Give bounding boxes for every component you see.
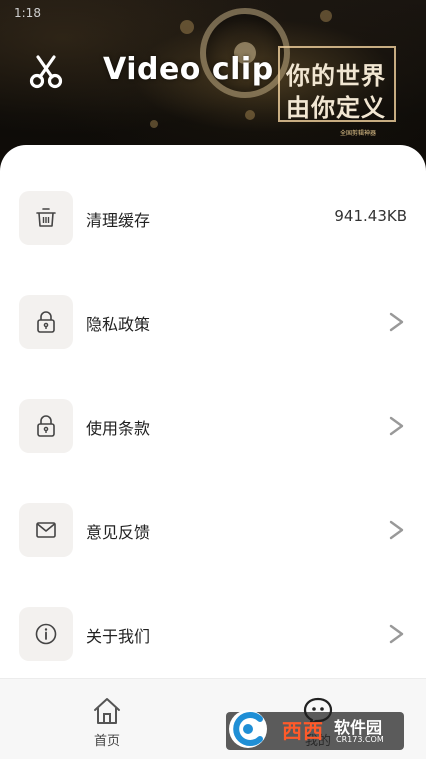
menu-item-terms-of-use[interactable]: 使用条款: [0, 377, 426, 481]
banner-caption: 全国剪辑神器: [340, 130, 377, 137]
chevron-right-icon: [389, 312, 404, 332]
icon-tile: [19, 191, 73, 245]
menu-item-label: 使用条款: [86, 419, 151, 438]
info-icon: [35, 623, 57, 645]
menu-item-feedback[interactable]: 意见反馈: [0, 481, 426, 585]
settings-card: 清理缓存 941.43KB 隐私政策 使用条款 意见反馈 关于我们: [0, 145, 426, 685]
menu-item-label: 清理缓存: [86, 211, 151, 230]
menu-item-label: 意见反馈: [86, 523, 151, 542]
watermark-brand: 西西: [282, 719, 324, 743]
menu-item-privacy-policy[interactable]: 隐私政策: [0, 273, 426, 377]
bokeh-light: [180, 20, 194, 34]
watermark-logo-icon: [229, 710, 267, 748]
nav-label: 首页: [93, 734, 120, 749]
icon-tile: [19, 295, 73, 349]
chevron-right-icon: [389, 624, 404, 644]
menu-item-label: 关于我们: [86, 627, 151, 646]
app-title: Video clip: [103, 52, 274, 87]
nav-tab-home[interactable]: 首页: [47, 679, 167, 759]
icon-tile: [19, 399, 73, 453]
menu-item-label: 隐私政策: [86, 315, 151, 334]
home-icon: [94, 698, 120, 724]
menu-item-about-us[interactable]: 关于我们: [0, 585, 426, 689]
bokeh-light: [150, 120, 158, 128]
menu-item-clear-cache[interactable]: 清理缓存 941.43KB: [0, 169, 426, 273]
slogan-line-1: 你的世界: [286, 62, 386, 90]
slogan-line-2: 由你定义: [286, 94, 386, 122]
icon-tile: [19, 503, 73, 557]
chevron-right-icon: [389, 520, 404, 540]
bokeh-light: [320, 10, 332, 22]
lock-icon: [37, 415, 55, 437]
icon-tile: [19, 607, 73, 661]
bokeh-light: [245, 110, 255, 120]
scissors-icon: [29, 55, 63, 89]
trash-basket-icon: [36, 208, 56, 227]
status-time: 1:18: [14, 6, 41, 20]
lock-icon: [37, 311, 55, 333]
mail-icon: [36, 522, 56, 538]
cache-size-value: 941.43KB: [334, 207, 407, 225]
watermark-url: CR173.COM: [336, 735, 384, 744]
chevron-right-icon: [389, 416, 404, 436]
